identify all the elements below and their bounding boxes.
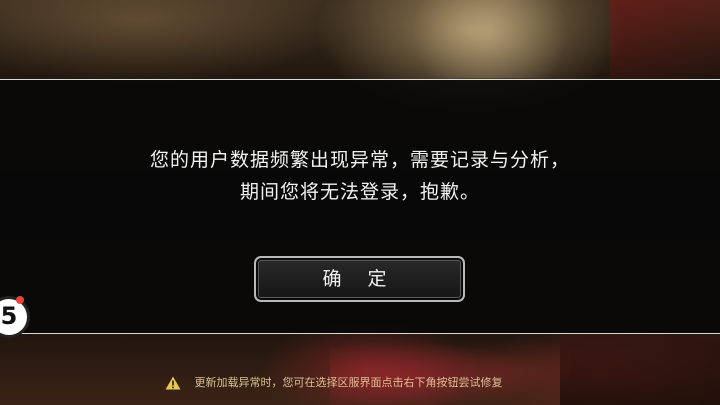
dialog-message: 您的用户数据频繁出现异常，需要记录与分析， 期间您将无法登录，抱歉。 bbox=[60, 144, 660, 208]
background-ornament bbox=[390, 0, 590, 78]
bottom-hint: 更新加载异常时，您可在选择区服界面点击右下角按钮尝试修复 bbox=[165, 374, 503, 392]
warning-icon bbox=[165, 376, 181, 390]
bottom-hint-text: 更新加载异常时，您可在选择区服界面点击右下角按钮尝试修复 bbox=[194, 376, 503, 389]
confirm-button[interactable]: 确 定 bbox=[254, 256, 465, 302]
error-dialog: 您的用户数据频繁出现异常，需要记录与分析， 期间您将无法登录，抱歉。 确 定 bbox=[0, 79, 720, 334]
dialog-message-line-2: 期间您将无法登录，抱歉。 bbox=[239, 181, 480, 203]
notification-dot bbox=[16, 296, 24, 304]
game-login-screen: 您的用户数据频繁出现异常，需要记录与分析， 期间您将无法登录，抱歉。 确 定 5… bbox=[0, 0, 720, 405]
background-machinery-right bbox=[560, 335, 720, 405]
dialog-message-line-1: 您的用户数据频繁出现异常，需要记录与分析， bbox=[149, 149, 570, 171]
background-machinery bbox=[330, 335, 570, 405]
background-character bbox=[610, 0, 720, 78]
